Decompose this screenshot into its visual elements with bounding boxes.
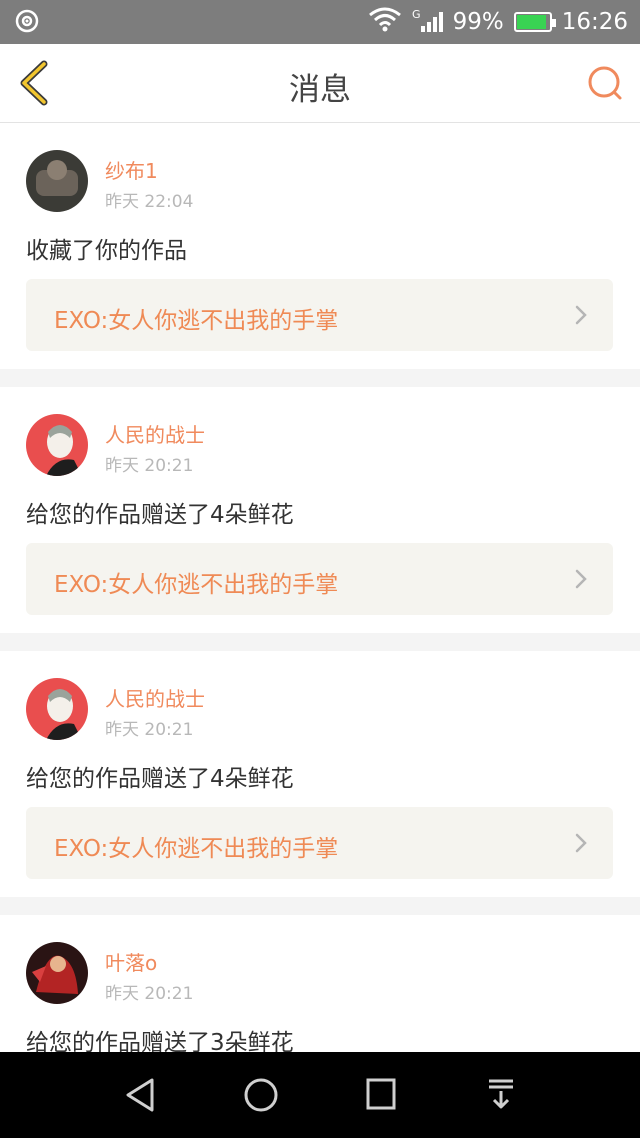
signal-icon <box>420 12 443 32</box>
message-action: 给您的作品赠送了4朵鲜花 <box>26 766 294 792</box>
message-card: 人民的战士 昨天 20:21 给您的作品赠送了4朵鲜花 EXO:女人你逃不出我的… <box>0 387 640 633</box>
user-name[interactable]: 人民的战士 <box>105 683 205 712</box>
search-icon[interactable] <box>586 64 624 102</box>
notification-drawer-icon[interactable] <box>486 1077 516 1111</box>
wifi-icon <box>368 6 402 38</box>
user-name[interactable]: 纱布1 <box>105 155 158 184</box>
system-nav-bar <box>0 1052 640 1138</box>
battery-percent: 99% <box>452 9 504 35</box>
message-list[interactable]: 纱布1 昨天 22:04 收藏了你的作品 EXO:女人你逃不出我的手掌 人民的战… <box>0 123 640 1052</box>
back-triangle-icon[interactable] <box>124 1077 156 1113</box>
home-circle-icon[interactable] <box>243 1077 279 1113</box>
chevron-right-icon <box>575 569 587 589</box>
avatar[interactable] <box>26 942 88 1004</box>
avatar[interactable] <box>26 678 88 740</box>
chevron-right-icon <box>575 833 587 853</box>
avatar[interactable] <box>26 414 88 476</box>
message-action: 给您的作品赠送了4朵鲜花 <box>26 502 294 528</box>
message-card: 叶落o 昨天 20:21 给您的作品赠送了3朵鲜花 <box>0 915 640 1052</box>
work-link[interactable]: EXO:女人你逃不出我的手掌 <box>26 543 613 615</box>
network-type: G <box>412 7 421 21</box>
status-bar: G 99% 16:26 <box>0 0 640 44</box>
user-name[interactable]: 叶落o <box>105 947 157 976</box>
recent-apps-icon[interactable] <box>365 1077 397 1111</box>
message-time: 昨天 20:21 <box>105 456 194 476</box>
work-title: EXO:女人你逃不出我的手掌 <box>54 836 339 862</box>
work-link[interactable]: EXO:女人你逃不出我的手掌 <box>26 279 613 351</box>
work-title: EXO:女人你逃不出我的手掌 <box>54 308 339 334</box>
message-time: 昨天 22:04 <box>105 192 194 212</box>
page-title: 消息 <box>289 72 351 108</box>
work-title: EXO:女人你逃不出我的手掌 <box>54 572 339 598</box>
message-card: 纱布1 昨天 22:04 收藏了你的作品 EXO:女人你逃不出我的手掌 <box>0 123 640 369</box>
message-card: 人民的战士 昨天 20:21 给您的作品赠送了4朵鲜花 EXO:女人你逃不出我的… <box>0 651 640 897</box>
avatar[interactable] <box>26 150 88 212</box>
battery-icon <box>513 12 556 32</box>
message-time: 昨天 20:21 <box>105 984 194 1004</box>
chevron-right-icon <box>575 305 587 325</box>
nav-bar: 消息 <box>0 44 640 123</box>
message-time: 昨天 20:21 <box>105 720 194 740</box>
user-name[interactable]: 人民的战士 <box>105 419 205 448</box>
message-action: 收藏了你的作品 <box>26 238 187 264</box>
hotspot-icon <box>14 9 40 39</box>
message-action: 给您的作品赠送了3朵鲜花 <box>26 1030 294 1052</box>
clock: 16:26 <box>561 9 628 35</box>
work-link[interactable]: EXO:女人你逃不出我的手掌 <box>26 807 613 879</box>
